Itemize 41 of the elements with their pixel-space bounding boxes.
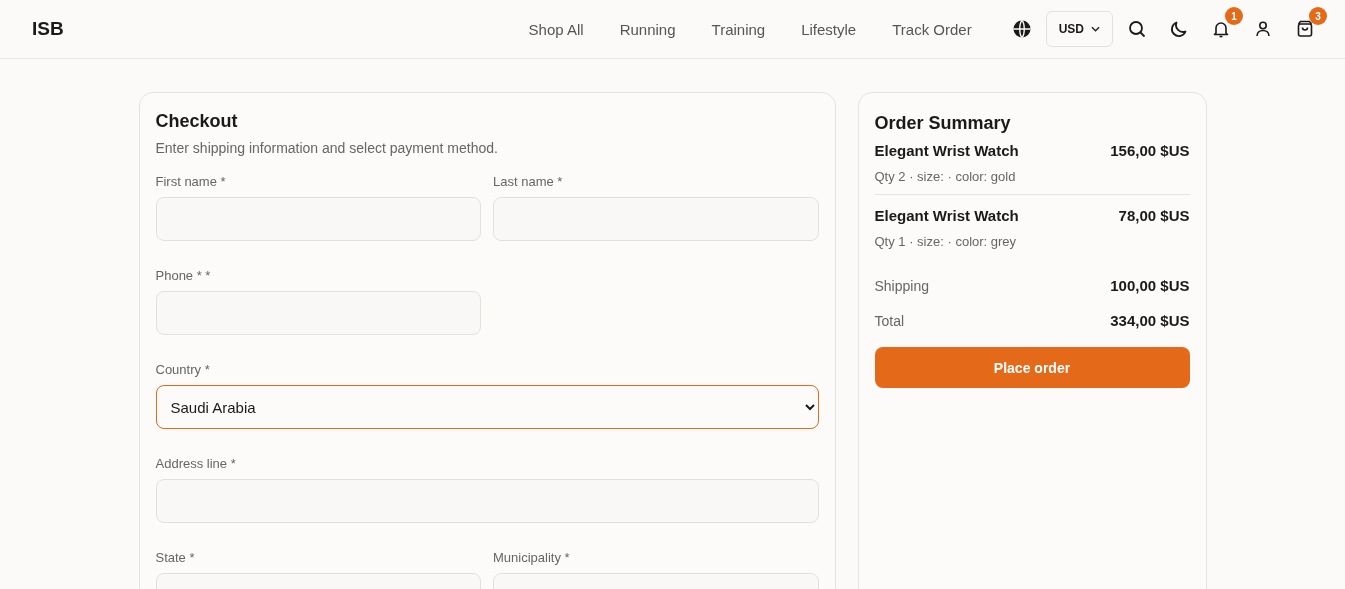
user-icon[interactable] [1253, 19, 1273, 39]
moon-icon[interactable] [1169, 19, 1189, 39]
nav-link[interactable]: Shop All [528, 20, 584, 38]
nav-link[interactable]: Lifestyle [801, 20, 857, 38]
field-label: Phone * * [155, 268, 212, 283]
bell-icon[interactable] [1211, 19, 1231, 39]
search-icon[interactable] [1127, 19, 1147, 39]
globe-icon[interactable] [1011, 19, 1032, 39]
item-price: 78,00 $US [1118, 207, 1190, 224]
item-price: 156,00 $US [1110, 142, 1190, 159]
total-value: 100,00 $US [1110, 277, 1190, 294]
item-details: Qty 2 · size: · color: gold [874, 169, 1017, 184]
summary-title: Order Summary [874, 113, 1012, 134]
logo[interactable]: ISB [32, 18, 64, 40]
item-name: Elegant Wrist Watch [874, 142, 1019, 159]
field-label: Last name * [493, 174, 564, 189]
input-field[interactable] [493, 197, 819, 241]
field-label: First name * [155, 174, 227, 189]
chevron-down-icon [1091, 26, 1100, 32]
nav-link[interactable]: Training [711, 20, 766, 38]
notification-badge: 1 [1225, 7, 1243, 25]
nav-link[interactable]: Running [619, 20, 676, 38]
item-name: Elegant Wrist Watch [874, 207, 1019, 224]
shopping-bag-icon[interactable] [1295, 19, 1315, 39]
input-field[interactable] [155, 197, 481, 241]
checkout-subtitle: Enter shipping information and select payment method. [155, 140, 499, 156]
field-label: Municipality * [493, 550, 571, 565]
cart-badge: 3 [1309, 7, 1327, 25]
input-field[interactable] [155, 291, 481, 335]
total-value: 334,00 $US [1110, 312, 1190, 329]
field-label: State * [155, 550, 196, 565]
field-label: Country * [155, 362, 211, 377]
input-field[interactable] [155, 479, 819, 523]
nav-link[interactable]: Track Order [892, 20, 972, 38]
checkout-title: Checkout [155, 111, 239, 132]
field-label: Address line * [155, 456, 237, 471]
country-select[interactable]: Saudi Arabia [155, 385, 819, 429]
currency-dropdown[interactable]: USD [1045, 11, 1113, 47]
item-details: Qty 1 · size: · color: grey [874, 234, 1018, 249]
total-label: Total [874, 313, 905, 329]
total-label: Shipping [874, 278, 929, 294]
